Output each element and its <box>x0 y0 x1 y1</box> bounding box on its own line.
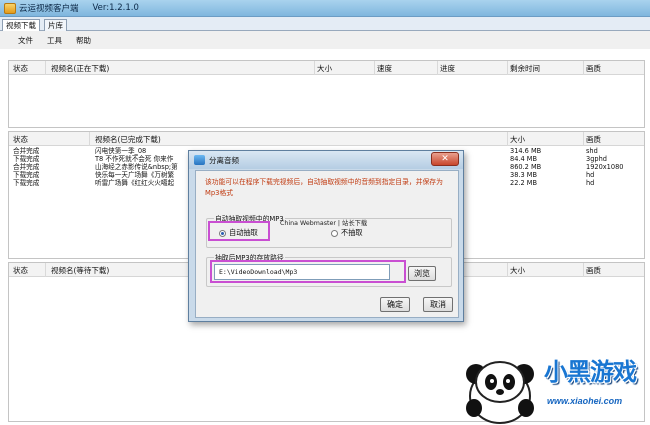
col-remaining: 剩余时间 <box>510 64 540 73</box>
menu-file[interactable]: 文件 <box>18 35 33 46</box>
dialog-title-bar: 分离音频 ✕ <box>189 151 463 169</box>
row-size: 314.6 MB <box>510 147 542 155</box>
logo-text: 小黑游戏 <box>544 358 637 386</box>
col-size: 大小 <box>317 64 332 73</box>
logo-url: www.xiaohei.com <box>547 396 623 406</box>
row-status: 合并完成 <box>13 147 40 155</box>
col-speed: 速度 <box>377 64 392 73</box>
dialog-title: 分离音频 <box>209 155 239 165</box>
col-status: 状态 <box>13 135 28 144</box>
row-quality: shd <box>586 147 598 155</box>
row-quality: 1920x1080 <box>586 163 624 171</box>
separate-audio-dialog: 分离音频 ✕ 该功能可以在程序下载完视频后，自动抽取视频中的音频到指定目录，并保… <box>188 150 464 322</box>
menu-bar: 文件 工具 帮助 <box>0 31 650 49</box>
radio-unselected-icon <box>331 229 338 237</box>
row-size: 22.2 MB <box>510 179 537 187</box>
row-quality: hd <box>586 179 595 187</box>
title-bar: 云运视频客户端 Ver:1.2.1.0 <box>0 0 650 17</box>
menu-help[interactable]: 帮助 <box>76 35 91 46</box>
col-size: 大小 <box>510 135 525 144</box>
row-name: T8 不作死就不会死 你来作 <box>95 155 174 163</box>
row-status: 下载完成 <box>13 179 40 187</box>
dialog-description: 该功能可以在程序下载完视频后，自动抽取视频中的音频到指定目录，并保存为Mp3格式 <box>205 178 443 197</box>
col-name: 视频名(正在下载) <box>51 64 110 73</box>
close-button[interactable]: ✕ <box>431 152 459 166</box>
audio-icon <box>194 155 205 165</box>
col-status: 状态 <box>13 64 28 73</box>
tab-library[interactable]: 片库 <box>44 19 67 31</box>
col-name: 视频名(等待下载) <box>51 266 110 275</box>
col-quality: 画质 <box>586 266 601 275</box>
col-name: 视频名(已完成下载) <box>95 135 161 144</box>
col-quality: 画质 <box>586 135 601 144</box>
radio-no-extract[interactable]: 不抽取 <box>331 228 363 238</box>
row-quality: hd <box>586 171 595 179</box>
row-status: 下载完成 <box>13 155 40 163</box>
row-quality: 3gphd <box>586 155 607 163</box>
menu-tools[interactable]: 工具 <box>47 35 62 46</box>
highlight-frame <box>208 221 270 241</box>
row-name: 山海经之赤影传说&nbsp;第 <box>95 163 178 171</box>
row-name: 闪电侠第一季_08 <box>95 147 147 155</box>
row-size: 38.3 MB <box>510 171 537 179</box>
row-name: 听雷广场舞《红红火火噶起 <box>95 179 175 187</box>
site-logo: 小黑游戏 www.xiaohei.com <box>452 338 650 425</box>
radio-none-label: 不抽取 <box>341 228 363 237</box>
completed-header: 状态 视频名(已完成下载) 大小 画质 <box>9 132 644 146</box>
row-size: 84.4 MB <box>510 155 537 163</box>
col-progress: 进度 <box>440 64 455 73</box>
row-status: 下载完成 <box>13 171 40 179</box>
col-size: 大小 <box>510 266 525 275</box>
row-size: 860.2 MB <box>510 163 542 171</box>
panda-icon <box>466 361 534 424</box>
app-icon <box>4 2 16 14</box>
row-status: 合并完成 <box>13 163 40 171</box>
window-version: Ver:1.2.1.0 <box>92 3 139 13</box>
browse-button[interactable]: 浏览 <box>408 266 436 281</box>
downloading-list[interactable]: 状态 视频名(正在下载) 大小 速度 进度 剩余时间 画质 <box>8 60 645 128</box>
col-quality: 画质 <box>586 64 601 73</box>
highlight-frame <box>210 260 406 283</box>
downloading-header: 状态 视频名(正在下载) 大小 速度 进度 剩余时间 画质 <box>9 61 644 75</box>
tab-strip: 视频下载 片库 <box>0 17 650 32</box>
dialog-body: 该功能可以在程序下载完视频后，自动抽取视频中的音频到指定目录，并保存为Mp3格式… <box>195 170 459 318</box>
window-title: 云运视频客户端 <box>19 4 79 14</box>
row-name: 快乐每一天广场舞《万树繁 <box>95 171 175 179</box>
cancel-button[interactable]: 取消 <box>423 297 453 312</box>
watermark-text: China Webmaster | 站长下载 <box>280 220 368 227</box>
col-status: 状态 <box>13 266 28 275</box>
ok-button[interactable]: 确定 <box>380 297 410 312</box>
